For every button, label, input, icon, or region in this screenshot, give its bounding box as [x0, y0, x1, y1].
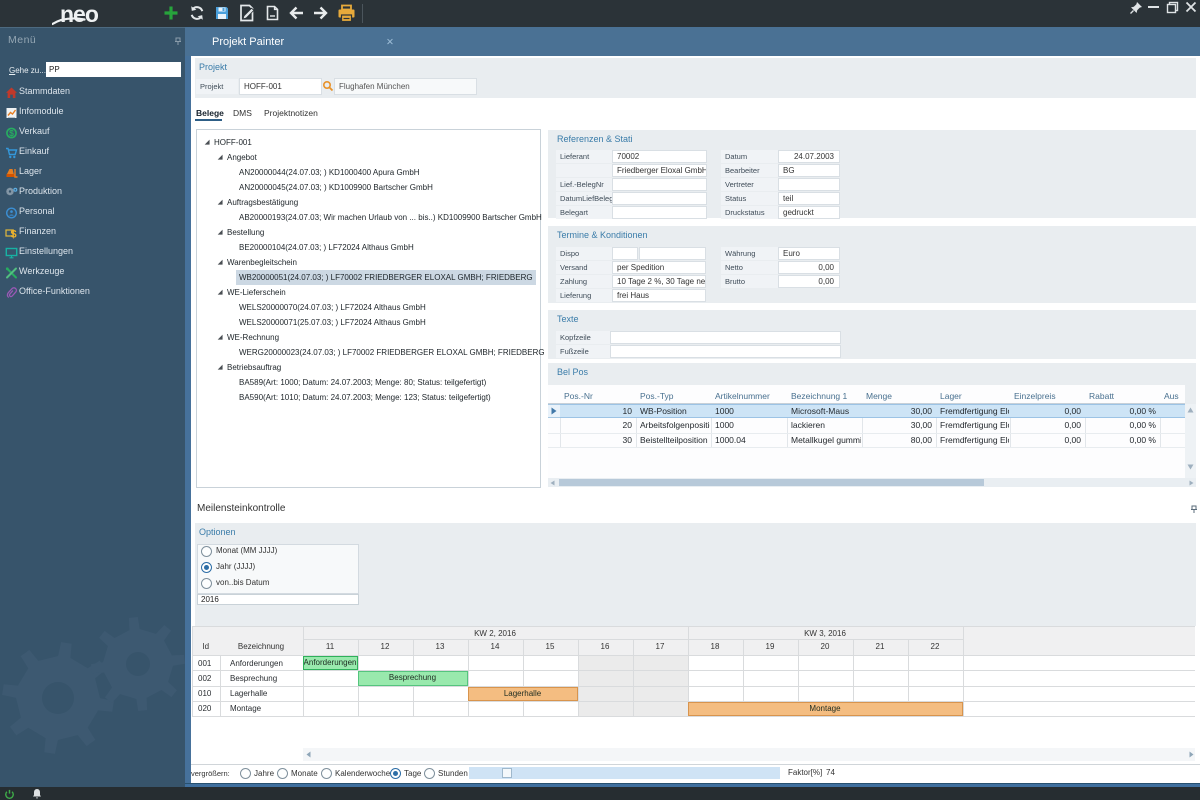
svg-text:$: $: [9, 128, 14, 138]
svg-text:$: $: [10, 229, 16, 240]
svg-text:neo: neo: [60, 1, 99, 27]
